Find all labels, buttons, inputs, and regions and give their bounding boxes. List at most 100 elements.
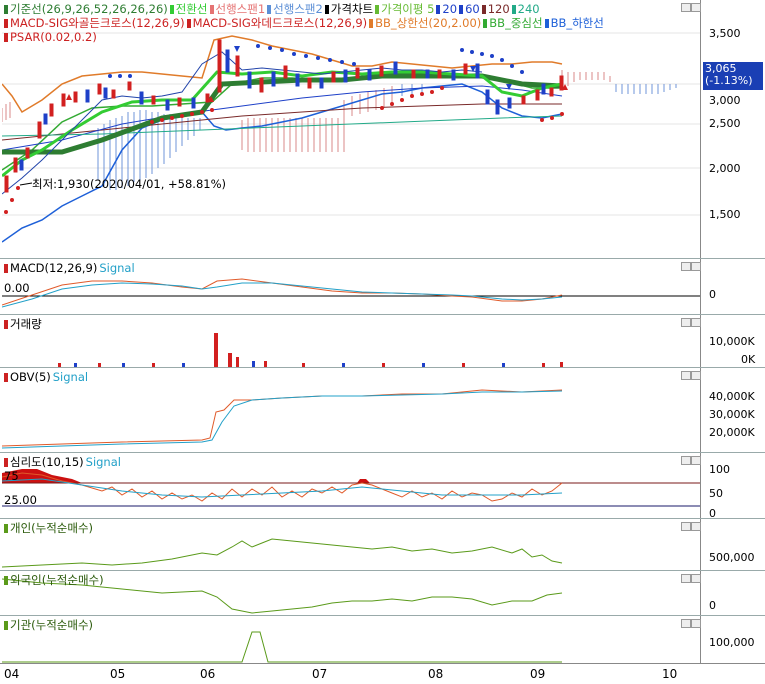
foreign-y-axis: 0 bbox=[701, 571, 765, 616]
legend-swatch bbox=[4, 264, 8, 273]
legend-item-label[interactable]: BB_상한선(20,2.00) bbox=[375, 16, 481, 30]
price-y-axis: 3,500 3,000 2,500 2,000 1,500 bbox=[701, 0, 765, 258]
y-tick: 50 bbox=[709, 487, 723, 500]
volume-chart-svg bbox=[58, 333, 563, 367]
pane-minimize-button[interactable] bbox=[681, 522, 691, 531]
y-tick: 1,500 bbox=[709, 208, 741, 221]
price-candles bbox=[4, 39, 564, 193]
psy-line bbox=[2, 472, 563, 502]
legend-item-label[interactable]: 가격이평 5 bbox=[381, 2, 434, 16]
legend-item-label[interactable]: 기준선(26,9,26,52,26,26,26) bbox=[10, 2, 168, 16]
y-tick: 100,000 bbox=[709, 636, 755, 649]
price-change: (-1.13%) bbox=[705, 74, 753, 87]
pane-close-button[interactable] bbox=[691, 619, 701, 628]
pane-minimize-button[interactable] bbox=[681, 619, 691, 628]
x-tick-month: 10 bbox=[662, 667, 678, 681]
institution-legend: 기관(누적순매수) bbox=[4, 618, 95, 632]
pane-minimize-button[interactable] bbox=[681, 262, 691, 271]
pane-close-button[interactable] bbox=[691, 318, 701, 327]
obv-legend: OBV(5) Signal bbox=[4, 370, 90, 384]
pane-minimize-button[interactable] bbox=[681, 3, 691, 12]
legend-swatch bbox=[4, 621, 8, 630]
macd-signal-line bbox=[2, 282, 563, 308]
retail-line bbox=[2, 538, 563, 568]
x-tick-month: 07 bbox=[312, 667, 328, 681]
y-tick: 2,500 bbox=[709, 117, 741, 130]
legend-item-label[interactable]: 60 bbox=[465, 2, 480, 16]
legend-item-label[interactable]: 선행스팬1 bbox=[216, 2, 266, 16]
institution-chart-svg bbox=[2, 631, 562, 663]
pane-close-button[interactable] bbox=[691, 456, 701, 465]
lowest-marker bbox=[19, 182, 33, 186]
time-x-axis: 04 05 06 07 08 09 10 bbox=[0, 663, 765, 684]
foreign-chart-svg bbox=[2, 578, 563, 614]
legend-swatch bbox=[4, 19, 8, 28]
pane-close-button[interactable] bbox=[691, 3, 701, 12]
y-tick: 30,000K bbox=[709, 408, 755, 421]
legend-item-label[interactable]: 120 bbox=[488, 2, 510, 16]
retail-plot-area[interactable]: 개인(누적순매수) bbox=[2, 519, 701, 571]
retail-title: 개인(누적순매수) bbox=[10, 521, 94, 535]
legend-swatch bbox=[481, 5, 486, 14]
obv-signal-line bbox=[2, 390, 563, 449]
legend-swatch bbox=[483, 19, 488, 28]
pane-close-button[interactable] bbox=[691, 522, 701, 531]
psy-signal-label: Signal bbox=[85, 455, 121, 469]
kijun-line bbox=[2, 73, 563, 155]
price-legend: 기준선(26,9,26,52,26,26,26) 전환선 선행스팬1 선행스팬2 가격차… bbox=[4, 2, 606, 44]
pane-minimize-button[interactable] bbox=[681, 456, 691, 465]
y-tick: 3,500 bbox=[709, 27, 741, 40]
pane-minimize-button[interactable] bbox=[681, 371, 691, 380]
macd-line bbox=[2, 278, 563, 306]
y-tick: 0K bbox=[741, 353, 756, 366]
pane-minimize-button[interactable] bbox=[681, 318, 691, 327]
psychological-plot-area[interactable]: 심리도(10,15) Signal 75 25.00 bbox=[2, 453, 701, 519]
legend-swatch bbox=[436, 5, 441, 14]
legend-item-label[interactable]: MACD-SIG와골든크로스(12,26,9) bbox=[10, 16, 185, 30]
legend-swatch bbox=[169, 5, 174, 14]
obv-chart-svg bbox=[2, 389, 563, 449]
legend-item-label[interactable]: 20 bbox=[442, 2, 457, 16]
volume-plot-area[interactable]: 거래량 bbox=[2, 315, 701, 368]
legend-item-label[interactable]: PSAR(0.02,0.2) bbox=[10, 30, 97, 44]
pane-close-button[interactable] bbox=[691, 574, 701, 583]
legend-swatch bbox=[4, 373, 8, 382]
legend-item-label[interactable]: 전환선 bbox=[176, 2, 208, 16]
psy-level-low-label: 25.00 bbox=[4, 493, 37, 507]
y-tick: 0 bbox=[709, 599, 716, 612]
bb-lower-line bbox=[2, 83, 563, 243]
legend-item-label[interactable]: MACD-SIG와데드크로스(12,26,9) bbox=[193, 16, 368, 30]
macd-y-axis: 0 bbox=[701, 259, 765, 315]
pane-minimize-button[interactable] bbox=[681, 574, 691, 583]
legend-item-label[interactable]: BB_중심선 bbox=[489, 16, 542, 30]
legend-item-label[interactable]: BB_하한선 bbox=[551, 16, 604, 30]
ma240-line bbox=[2, 115, 563, 137]
legend-swatch bbox=[369, 19, 374, 28]
y-tick: 500,000 bbox=[709, 551, 755, 564]
legend-swatch bbox=[4, 320, 8, 329]
y-tick: 2,000 bbox=[709, 162, 741, 175]
institution-title: 기관(누적순매수) bbox=[10, 618, 94, 632]
obv-plot-area[interactable]: OBV(5) Signal bbox=[2, 368, 701, 453]
legend-item-label[interactable]: 240 bbox=[518, 2, 540, 16]
volume-bars bbox=[58, 333, 563, 367]
macd-legend: MACD(12,26,9) Signal bbox=[4, 261, 137, 275]
pane-close-button[interactable] bbox=[691, 371, 701, 380]
volume-pane: 거래량 10,000K 0K bbox=[0, 314, 765, 368]
legend-swatch bbox=[4, 458, 8, 467]
retail-net-buy-pane: 개인(누적순매수) 500,000 bbox=[0, 518, 765, 571]
foreign-plot-area[interactable]: 외국인(누적순매수) bbox=[2, 571, 701, 616]
legend-item-label[interactable]: 선행스팬2 bbox=[273, 2, 323, 16]
pane-close-button[interactable] bbox=[691, 262, 701, 271]
price-plot-area[interactable]: 기준선(26,9,26,52,26,26,26) 전환선 선행스팬1 선행스팬2 가격차… bbox=[2, 0, 701, 258]
x-tick-month: 06 bbox=[200, 667, 216, 681]
legend-item-label[interactable]: 가격차트 bbox=[331, 2, 373, 16]
legend-swatch bbox=[186, 19, 191, 28]
psy-title: 심리도(10,15) bbox=[10, 455, 84, 469]
macd-signal-label: Signal bbox=[99, 261, 135, 275]
legend-swatch bbox=[4, 524, 8, 533]
institution-plot-area[interactable]: 기관(누적순매수) bbox=[2, 616, 701, 664]
macd-plot-area[interactable]: MACD(12,26,9) Signal 0.00 bbox=[2, 259, 701, 315]
legend-swatch bbox=[544, 19, 549, 28]
y-tick: 20,000K bbox=[709, 426, 755, 439]
